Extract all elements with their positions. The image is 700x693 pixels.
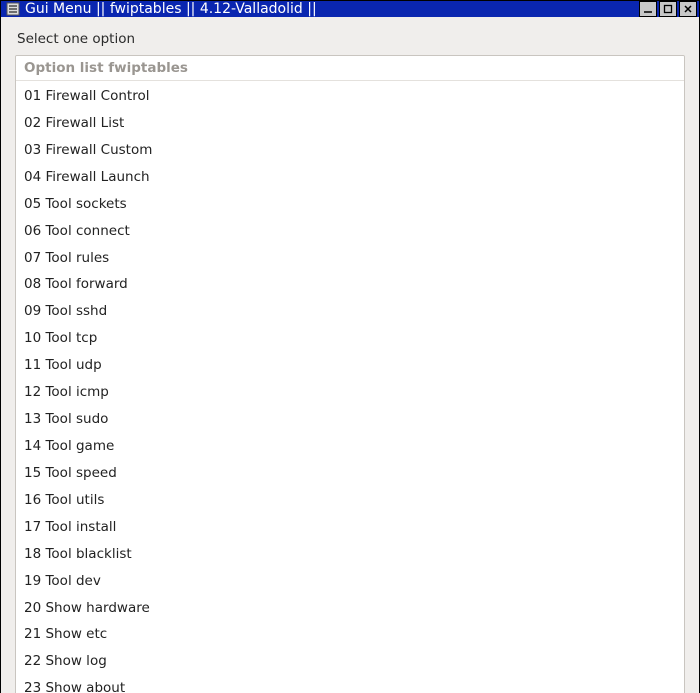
app-menu-icon: [5, 1, 21, 17]
window-controls: [637, 1, 697, 17]
list-item[interactable]: 19 Tool dev: [16, 568, 684, 595]
dialog-window: Gui Menu || fwiptables || 4.12-Valladoli…: [0, 0, 700, 693]
list-item[interactable]: 04 Firewall Launch: [16, 164, 684, 191]
option-list-header: Option list fwiptables: [16, 56, 684, 81]
option-list: Option list fwiptables 01 Firewall Contr…: [15, 55, 685, 693]
maximize-button[interactable]: [659, 1, 677, 17]
titlebar[interactable]: Gui Menu || fwiptables || 4.12-Valladoli…: [1, 1, 699, 17]
list-item[interactable]: 23 Show about: [16, 675, 684, 693]
window-title: Gui Menu || fwiptables || 4.12-Valladoli…: [25, 1, 637, 17]
list-item[interactable]: 15 Tool speed: [16, 460, 684, 487]
list-item[interactable]: 03 Firewall Custom: [16, 137, 684, 164]
minimize-button[interactable]: [639, 1, 657, 17]
list-item[interactable]: 06 Tool connect: [16, 218, 684, 245]
list-item[interactable]: 05 Tool sockets: [16, 191, 684, 218]
list-item[interactable]: 02 Firewall List: [16, 110, 684, 137]
list-item[interactable]: 01 Firewall Control: [16, 83, 684, 110]
list-item[interactable]: 10 Tool tcp: [16, 325, 684, 352]
list-item[interactable]: 11 Tool udp: [16, 352, 684, 379]
dialog-body: Select one option Option list fwiptables…: [1, 17, 699, 693]
prompt-label: Select one option: [17, 31, 683, 47]
list-item[interactable]: 21 Show etc: [16, 621, 684, 648]
list-item[interactable]: 14 Tool game: [16, 433, 684, 460]
list-item[interactable]: 12 Tool icmp: [16, 379, 684, 406]
list-item[interactable]: 16 Tool utils: [16, 487, 684, 514]
list-item[interactable]: 22 Show log: [16, 648, 684, 675]
close-button[interactable]: [679, 1, 697, 17]
list-item[interactable]: 13 Tool sudo: [16, 406, 684, 433]
list-item[interactable]: 18 Tool blacklist: [16, 541, 684, 568]
list-item[interactable]: 08 Tool forward: [16, 271, 684, 298]
list-item[interactable]: 09 Tool sshd: [16, 298, 684, 325]
list-item[interactable]: 20 Show hardware: [16, 595, 684, 622]
option-list-body[interactable]: 01 Firewall Control02 Firewall List03 Fi…: [16, 81, 684, 693]
list-item[interactable]: 07 Tool rules: [16, 245, 684, 272]
list-item[interactable]: 17 Tool install: [16, 514, 684, 541]
